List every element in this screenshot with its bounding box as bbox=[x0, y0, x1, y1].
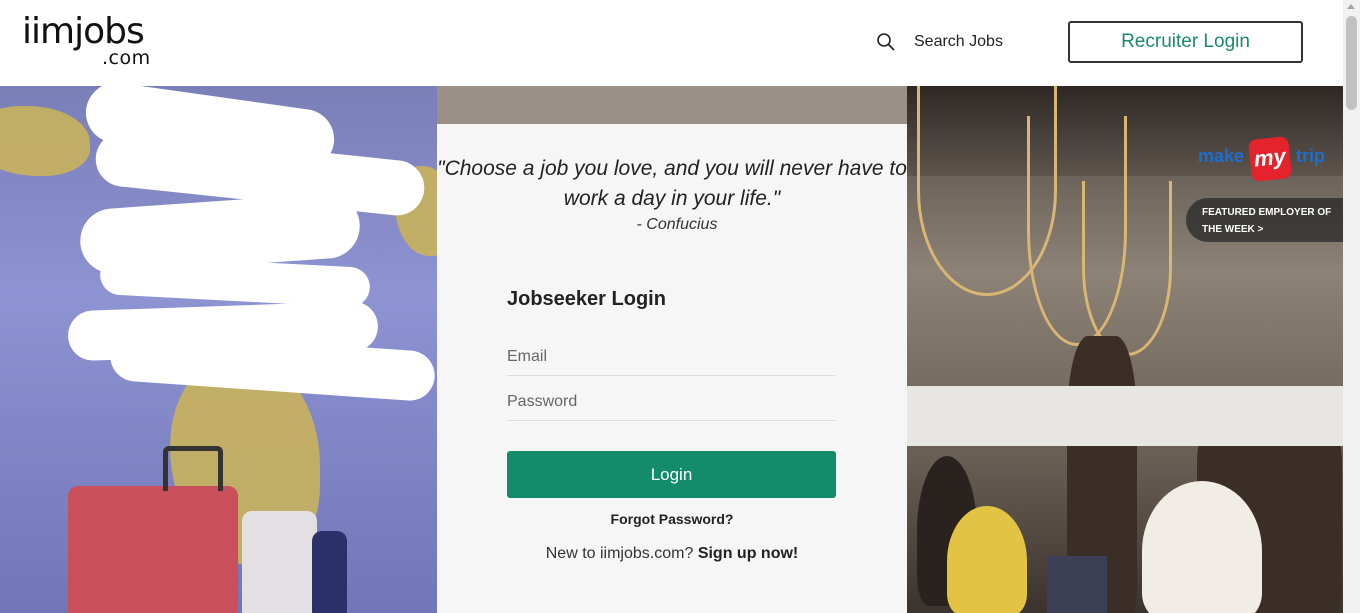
featured-employer-link[interactable]: FEATURED EMPLOYER OF THE WEEK > bbox=[1186, 198, 1343, 242]
mmt-make-text: make bbox=[1198, 146, 1245, 166]
logo-domain: .com bbox=[102, 47, 151, 69]
signup-link[interactable]: Sign up now! bbox=[698, 545, 798, 562]
signup-line: New to iimjobs.com? Sign up now! bbox=[437, 545, 907, 563]
office-wall bbox=[907, 386, 1343, 446]
site-header: iimjobs .com Search Jobs Recruiter Login bbox=[0, 0, 1343, 86]
pendant-lamp bbox=[1082, 181, 1172, 356]
new-user-text: New to iimjobs.com? bbox=[545, 545, 694, 562]
search-jobs-label: Search Jobs bbox=[914, 33, 1003, 50]
hero-left-photo bbox=[0, 86, 455, 613]
iimjobs-logo[interactable]: iimjobs .com bbox=[22, 14, 162, 70]
map-shape bbox=[0, 106, 90, 176]
suitcase-red bbox=[68, 486, 238, 613]
scrollbar-thumb[interactable] bbox=[1346, 16, 1357, 110]
suitcase-silver bbox=[242, 511, 317, 613]
suitcase-navy bbox=[312, 531, 347, 613]
office-person bbox=[947, 506, 1027, 613]
password-field[interactable] bbox=[507, 383, 836, 421]
login-card: "Choose a job you love, and you will nev… bbox=[437, 124, 907, 613]
quote-author: - Confucius bbox=[636, 216, 718, 233]
page-scrollbar[interactable] bbox=[1343, 0, 1360, 613]
recruiter-login-button[interactable]: Recruiter Login bbox=[1068, 21, 1303, 63]
suitcase-handle bbox=[163, 446, 223, 491]
search-jobs-link[interactable]: Search Jobs bbox=[876, 30, 1003, 54]
search-icon bbox=[877, 33, 895, 51]
login-button[interactable]: Login bbox=[507, 451, 836, 498]
login-title: Jobseeker Login bbox=[507, 288, 666, 310]
scroll-up-arrow-icon[interactable] bbox=[1347, 4, 1355, 9]
email-field[interactable] bbox=[507, 338, 836, 376]
redaction-scribble bbox=[99, 253, 371, 309]
office-person bbox=[1142, 481, 1262, 613]
forgot-password-link[interactable]: Forgot Password? bbox=[437, 511, 907, 527]
quote-text: "Choose a job you love, and you will nev… bbox=[437, 157, 907, 210]
mmt-my-text: my bbox=[1247, 136, 1293, 182]
mmt-trip-text: trip bbox=[1296, 146, 1325, 166]
logo-text: iimjobs bbox=[22, 11, 145, 52]
laptop bbox=[1047, 556, 1107, 613]
makemytrip-logo[interactable]: make my trip bbox=[1198, 136, 1343, 182]
